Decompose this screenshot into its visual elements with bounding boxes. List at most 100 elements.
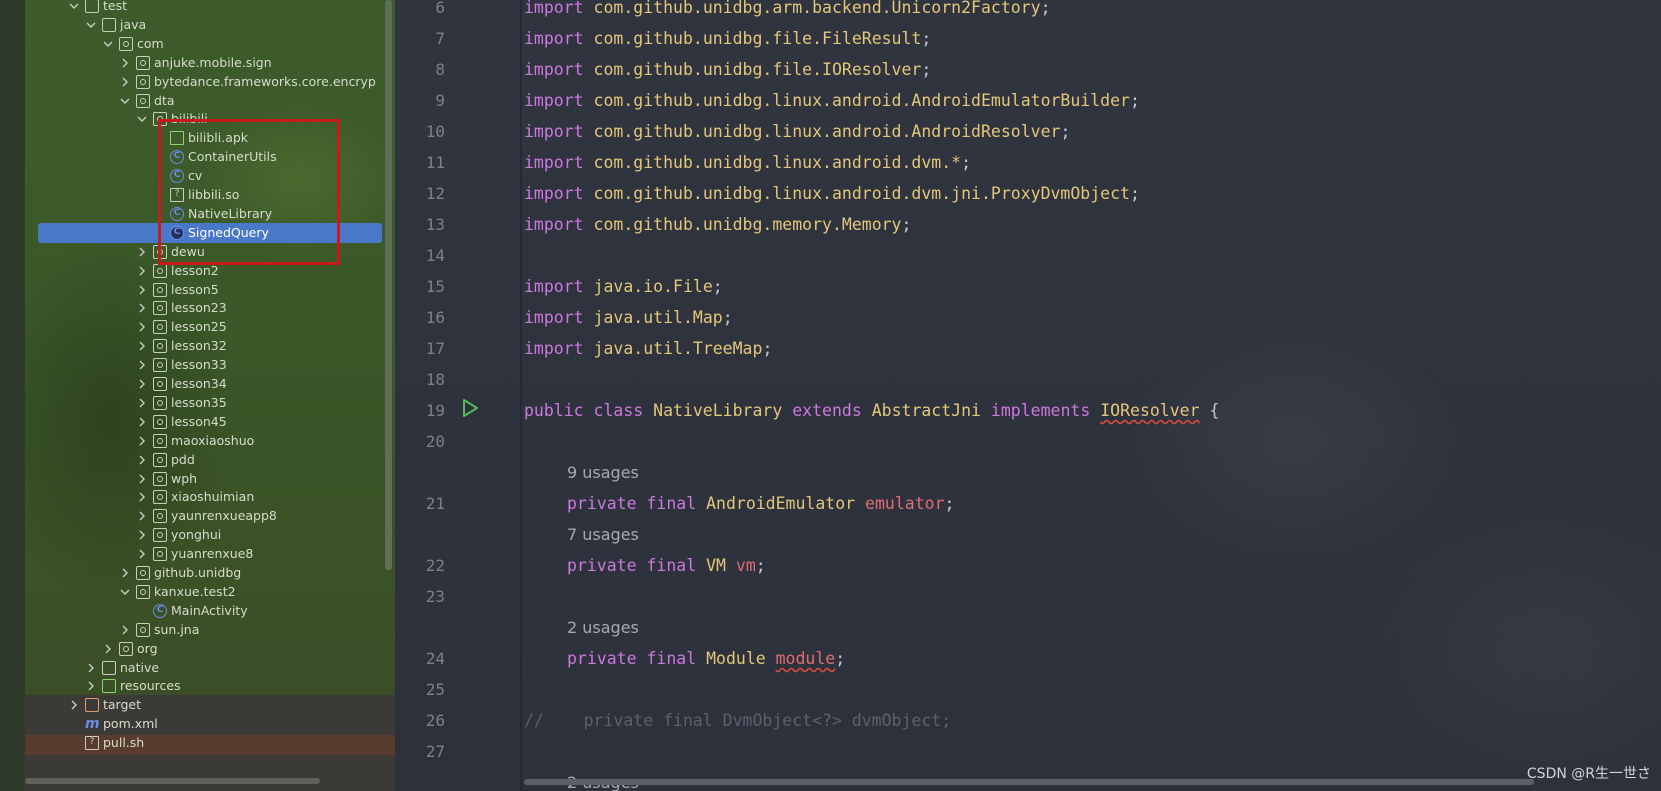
tree-item[interactable]: lesson32	[25, 336, 385, 356]
tree-item[interactable]: lesson23	[25, 298, 385, 318]
chevron-right-icon[interactable]	[136, 469, 148, 489]
tree-item[interactable]: maoxiaoshuo	[25, 431, 385, 451]
code-line[interactable]: import com.github.unidbg.arm.backend.Uni…	[524, 0, 1060, 23]
code-line[interactable]: import com.github.unidbg.linux.android.A…	[524, 116, 1070, 147]
chevron-right-icon[interactable]	[136, 280, 148, 300]
tree-item[interactable]: lesson25	[25, 317, 385, 337]
usages-hint[interactable]: 2 usages	[567, 612, 639, 643]
chevron-down-icon[interactable]	[136, 109, 148, 129]
chevron-right-icon[interactable]	[136, 544, 148, 564]
tree-item[interactable]: lesson5	[25, 280, 385, 300]
tree-horizontal-scrollbar[interactable]	[25, 778, 320, 784]
usages-hint[interactable]: 9 usages	[567, 457, 639, 488]
chevron-right-icon[interactable]	[136, 431, 148, 451]
chevron-right-icon[interactable]	[136, 506, 148, 526]
chevron-down-icon[interactable]	[85, 15, 97, 35]
code-line[interactable]: import com.github.unidbg.memory.Memory;	[524, 209, 911, 240]
code-line[interactable]: private final Module module;	[567, 643, 845, 674]
tree-item[interactable]: ? pull.sh	[25, 733, 385, 753]
chevron-right-icon[interactable]	[136, 336, 148, 356]
package-icon	[153, 471, 167, 486]
chevron-right-icon[interactable]	[136, 412, 148, 432]
tree-item-label: lesson35	[171, 394, 227, 410]
tree-item[interactable]: xiaoshuimian	[25, 487, 385, 507]
tree-item[interactable]: pdd	[25, 450, 385, 470]
code-line[interactable]: import java.io.File;	[524, 271, 723, 302]
run-icon[interactable]	[460, 398, 480, 418]
code-token: ;	[1040, 0, 1061, 17]
package-icon	[153, 395, 167, 410]
tree-item[interactable]: target	[25, 695, 385, 715]
chevron-right-icon[interactable]	[85, 658, 97, 678]
code-line[interactable]: private final VM vm;	[567, 550, 766, 581]
tree-item[interactable]: bytedance.frameworks.core.encryp	[25, 72, 385, 92]
code-token: NativeLibrary	[653, 401, 793, 420]
tree-item[interactable]: test	[25, 0, 385, 16]
tree-item[interactable]: yaunrenxueapp8	[25, 506, 385, 526]
code-token: ;	[1060, 122, 1071, 141]
tree-item[interactable]: org	[25, 639, 385, 659]
chevron-right-icon[interactable]	[119, 563, 131, 583]
package-icon	[153, 358, 167, 373]
chevron-down-icon[interactable]	[119, 582, 131, 602]
code-line[interactable]: import com.github.unidbg.linux.android.A…	[524, 85, 1140, 116]
code-editor[interactable]: 6 import com.github.unidbg.arm.backend.Un…	[395, 0, 1661, 791]
tree-item[interactable]: java	[25, 15, 385, 35]
chevron-right-icon[interactable]	[136, 355, 148, 375]
tree-item[interactable]: lesson45	[25, 412, 385, 432]
tree-item[interactable]: yuanrenxue8	[25, 544, 385, 564]
tree-item[interactable]: lesson34	[25, 374, 385, 394]
chevron-right-icon[interactable]	[136, 487, 148, 507]
tree-item[interactable]: C MainActivity	[25, 601, 385, 621]
chevron-right-icon[interactable]	[136, 261, 148, 281]
package-icon	[153, 263, 167, 278]
tree-item-label: wph	[171, 470, 198, 486]
chevron-down-icon[interactable]	[102, 34, 114, 54]
code-line[interactable]: import com.github.unidbg.file.FileResult…	[524, 23, 931, 54]
chevron-right-icon[interactable]	[119, 72, 131, 92]
chevron-right-icon[interactable]	[68, 695, 80, 715]
chevron-right-icon[interactable]	[136, 298, 148, 318]
editor-horizontal-scrollbar[interactable]	[524, 779, 1534, 785]
tree-item[interactable]: com	[25, 34, 385, 54]
tree-vertical-scrollbar[interactable]	[385, 0, 392, 570]
code-line[interactable]: import java.util.TreeMap;	[524, 333, 772, 364]
tree-item[interactable]: anjuke.mobile.sign	[25, 53, 385, 73]
tree-item-label: lesson5	[171, 281, 219, 297]
line-number: 27	[425, 742, 445, 761]
tree-item[interactable]: m pom.xml	[25, 714, 385, 734]
chevron-right-icon[interactable]	[119, 53, 131, 73]
tree-item[interactable]: yonghui	[25, 525, 385, 545]
chevron-right-icon[interactable]	[136, 374, 148, 394]
code-line[interactable]: import java.util.Map;	[524, 302, 733, 333]
chevron-right-icon[interactable]	[119, 620, 131, 640]
chevron-right-icon[interactable]	[136, 242, 148, 262]
code-line[interactable]: import com.github.unidbg.file.IOResolver…	[524, 54, 931, 85]
tree-item[interactable]: lesson33	[25, 355, 385, 375]
usages-hint[interactable]: 7 usages	[567, 519, 639, 550]
chevron-right-icon[interactable]	[136, 317, 148, 337]
tree-item[interactable]: dta	[25, 91, 385, 111]
chevron-down-icon[interactable]	[119, 91, 131, 111]
chevron-down-icon[interactable]	[68, 0, 80, 16]
code-line[interactable]: import com.github.unidbg.linux.android.d…	[524, 147, 971, 178]
code-line[interactable]: // private final DvmObject<?> dvmObject;	[524, 705, 951, 736]
chevron-right-icon[interactable]	[85, 676, 97, 696]
code-token: com.github.unidbg.linux.android.AndroidR…	[593, 122, 1061, 141]
chevron-right-icon[interactable]	[136, 450, 148, 470]
tree-item[interactable]: github.unidbg	[25, 563, 385, 583]
tree-item[interactable]: wph	[25, 469, 385, 489]
code-line[interactable]: public class NativeLibrary extends Abstr…	[524, 395, 1219, 426]
tree-item-label: native	[120, 659, 160, 675]
chevron-right-icon[interactable]	[136, 393, 148, 413]
tree-item[interactable]: sun.jna	[25, 620, 385, 640]
tree-item[interactable]: resources	[25, 676, 385, 696]
code-line[interactable]: import com.github.unidbg.linux.android.d…	[524, 178, 1140, 209]
editor-gutter-divider	[520, 0, 522, 791]
tree-item[interactable]: lesson35	[25, 393, 385, 413]
tree-item[interactable]: kanxue.test2	[25, 582, 385, 602]
tree-item[interactable]: native	[25, 658, 385, 678]
chevron-right-icon[interactable]	[136, 525, 148, 545]
code-line[interactable]: private final AndroidEmulator emulator;	[567, 488, 954, 519]
chevron-right-icon[interactable]	[102, 639, 114, 659]
